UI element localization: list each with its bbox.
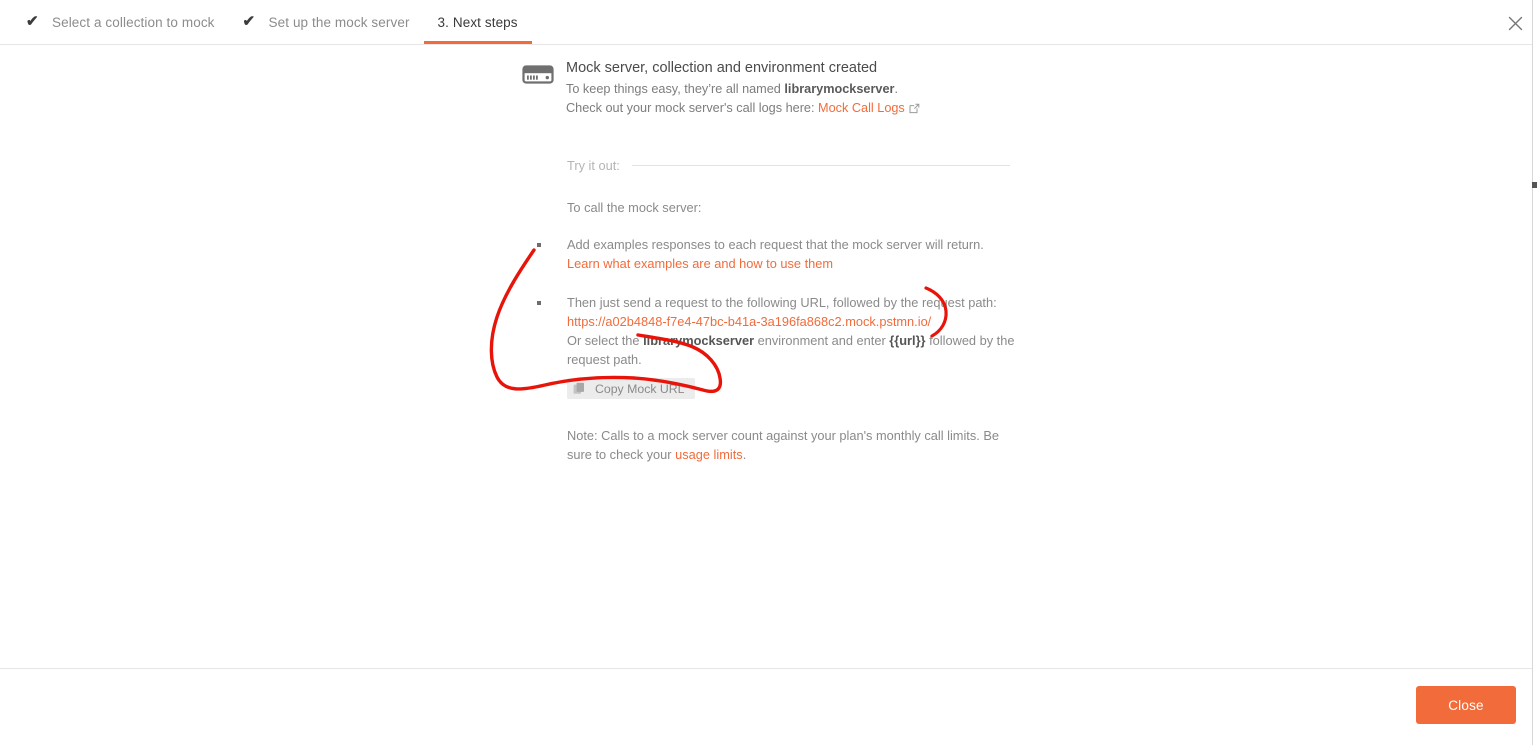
external-link-icon[interactable] xyxy=(909,101,920,120)
tab-label: Select a collection to mock xyxy=(52,14,215,30)
divider-line xyxy=(631,165,1010,166)
step-item-send-request: Then just send a request to the followin… xyxy=(522,293,1022,400)
usage-note: Note: Calls to a mock server count again… xyxy=(567,426,1007,464)
next-steps-panel: Mock server, collection and environment … xyxy=(522,58,1022,464)
or-mid: environment and enter xyxy=(754,333,890,348)
subtitle-prefix: To keep things easy, they’re all named xyxy=(566,82,785,96)
bullet-icon xyxy=(537,243,541,247)
usage-limits-link[interactable]: usage limits xyxy=(675,447,743,462)
mock-created-text: Mock server, collection and environment … xyxy=(566,58,1022,120)
subtitle-suffix: . xyxy=(894,82,898,96)
note-suffix: . xyxy=(742,447,747,462)
panel-title: Mock server, collection and environment … xyxy=(566,60,878,76)
close-button[interactable]: Close xyxy=(1416,686,1516,724)
active-tab-underline xyxy=(423,41,532,44)
mock-server-next-steps-dialog: ✔ Select a collection to mock ✔ Set up t… xyxy=(0,0,1537,745)
dialog-footer: Close xyxy=(0,668,1537,745)
copy-mock-url-button[interactable]: Copy Mock URL xyxy=(567,378,695,399)
mock-server-url[interactable]: https://a02b4848-f7e4-47bc-b41a-3a196fa8… xyxy=(567,312,1022,331)
note-prefix: Note: Calls to a mock server count again… xyxy=(567,428,1000,462)
mock-created-header: Mock server, collection and environment … xyxy=(522,58,1022,120)
or-prefix: Or select the xyxy=(567,333,644,348)
environment-instruction: Or select the librarymockserver environm… xyxy=(567,333,1014,367)
tab-next-steps[interactable]: 3. Next steps xyxy=(423,0,532,44)
tab-label: 3. Next steps xyxy=(437,14,518,30)
panel-subtitle: To keep things easy, they’re all named l… xyxy=(566,80,1022,99)
tab-select-collection[interactable]: ✔ Select a collection to mock xyxy=(12,0,229,44)
check-icon: ✔ xyxy=(242,13,256,30)
wizard-tabs: ✔ Select a collection to mock ✔ Set up t… xyxy=(12,0,532,44)
copy-icon xyxy=(573,382,586,395)
check-icon: ✔ xyxy=(26,13,39,30)
mock-call-logs-link[interactable]: Mock Call Logs xyxy=(818,101,905,115)
url-variable: {{url}} xyxy=(889,333,926,348)
step-item-examples: Add examples responses to each request t… xyxy=(522,235,1022,273)
server-icon xyxy=(522,62,554,88)
tab-label: Set up the mock server xyxy=(268,14,410,30)
try-it-out-divider: Try it out: xyxy=(567,158,1010,173)
scrollbar-thumb[interactable] xyxy=(1532,182,1537,188)
learn-examples-link[interactable]: Learn what examples are and how to use t… xyxy=(567,254,1022,273)
call-logs-line: Check out your mock server's call logs h… xyxy=(566,99,1022,120)
try-it-out-label: Try it out: xyxy=(567,158,620,173)
environment-name: librarymockserver xyxy=(643,333,755,348)
mock-server-name: librarymockserver xyxy=(784,82,895,96)
call-logs-prefix: Check out your mock server's call logs h… xyxy=(566,101,819,115)
copy-button-label: Copy Mock URL xyxy=(595,381,685,396)
wizard-tabbar: ✔ Select a collection to mock ✔ Set up t… xyxy=(0,0,1537,45)
steps-list: Add examples responses to each request t… xyxy=(522,235,1022,400)
to-call-mock-server-text: To call the mock server: xyxy=(567,200,702,215)
close-icon[interactable] xyxy=(1503,11,1527,35)
step-text: Then just send a request to the followin… xyxy=(567,295,997,310)
step-text: Add examples responses to each request t… xyxy=(567,237,984,252)
bullet-icon xyxy=(537,301,541,305)
page-scrollbar[interactable] xyxy=(1532,0,1537,745)
tab-setup-mock-server[interactable]: ✔ Set up the mock server xyxy=(229,0,424,44)
dialog-content: Mock server, collection and environment … xyxy=(0,45,1537,668)
